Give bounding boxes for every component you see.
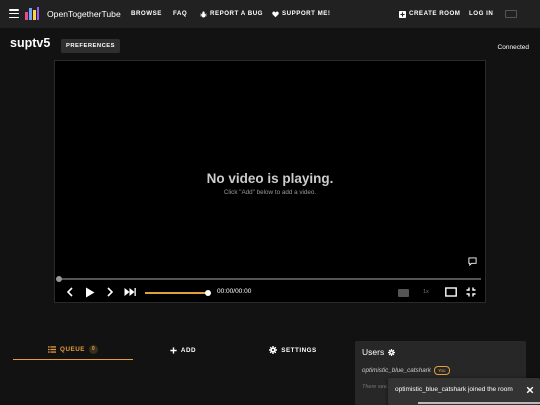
- top-navbar: OpenTogetherTube Browse FAQ Report a Bug…: [0, 0, 540, 28]
- nav-support-label: Support Me!: [282, 10, 331, 17]
- toast-message: optimistic_blue_catshark joined the room: [395, 386, 513, 393]
- player-controls: 00:00/00:00 1x: [55, 282, 485, 304]
- create-room-label: Create Room: [409, 10, 461, 17]
- toast-timer-bar: [418, 402, 540, 404]
- plus-icon: [170, 346, 177, 354]
- user-name: optimistic_blue_catshark: [362, 367, 431, 374]
- tab-queue[interactable]: Queue 0: [13, 340, 133, 360]
- theater-mode-icon[interactable]: [445, 287, 457, 297]
- timestamp: 00:00/00:00: [217, 288, 252, 295]
- users-note: There see...: [362, 384, 392, 390]
- queue-count-badge: 0: [88, 345, 98, 354]
- app-logo-icon[interactable]: [24, 6, 39, 21]
- nav-support-link[interactable]: Support Me!: [272, 0, 330, 28]
- bug-icon: [200, 10, 207, 18]
- list-icon: [48, 346, 57, 353]
- preferences-button[interactable]: Preferences: [61, 39, 120, 53]
- users-title-label: Users: [362, 347, 385, 357]
- connection-status: Connected: [497, 44, 529, 51]
- nav-report-bug-link[interactable]: Report a Bug: [200, 0, 263, 28]
- no-video-hint: Click "Add" below to add a video.: [223, 189, 317, 196]
- nav-report-bug-label: Report a Bug: [210, 10, 263, 17]
- login-button[interactable]: Log In: [469, 0, 493, 28]
- previous-chevron-icon[interactable]: [66, 287, 74, 297]
- user-list-item: optimistic_blue_catshark You: [362, 366, 450, 375]
- fullscreen-exit-icon[interactable]: [466, 287, 476, 297]
- closed-captions-icon[interactable]: [398, 289, 409, 297]
- video-player[interactable]: No video is playing. Click "Add" below t…: [54, 60, 486, 303]
- gear-icon[interactable]: [388, 348, 396, 356]
- heart-icon: [272, 11, 279, 17]
- progress-bar[interactable]: [59, 278, 481, 280]
- next-chevron-icon[interactable]: [106, 287, 114, 297]
- volume-knob[interactable]: [205, 290, 211, 296]
- playback-speed[interactable]: 1x: [423, 289, 429, 295]
- tab-add[interactable]: Add: [133, 340, 233, 360]
- gear-icon: [269, 346, 278, 354]
- tab-queue-label: Queue: [60, 346, 85, 353]
- hamburger-menu-icon[interactable]: [9, 9, 19, 19]
- close-icon[interactable]: [526, 386, 534, 394]
- room-title: suptv5: [10, 36, 51, 50]
- tab-settings-label: Settings: [281, 346, 317, 354]
- tab-settings[interactable]: Settings: [233, 340, 353, 360]
- volume-slider[interactable]: [145, 292, 208, 294]
- nav-faq-link[interactable]: FAQ: [173, 0, 187, 28]
- app-brand[interactable]: OpenTogetherTube: [47, 0, 121, 28]
- tab-add-label: Add: [180, 346, 197, 354]
- users-title: Users: [362, 347, 396, 357]
- no-video-title: No video is playing.: [206, 171, 334, 186]
- nav-browse-link[interactable]: Browse: [131, 0, 162, 28]
- comment-icon[interactable]: [468, 257, 477, 266]
- create-room-button[interactable]: Create Room: [399, 0, 460, 28]
- language-selector[interactable]: [505, 10, 517, 18]
- play-icon[interactable]: [85, 287, 95, 298]
- you-badge: You: [433, 366, 450, 375]
- notification-toast: optimistic_blue_catshark joined the room: [388, 378, 540, 405]
- skip-next-icon[interactable]: [124, 287, 136, 297]
- plus-box-icon: [399, 10, 406, 18]
